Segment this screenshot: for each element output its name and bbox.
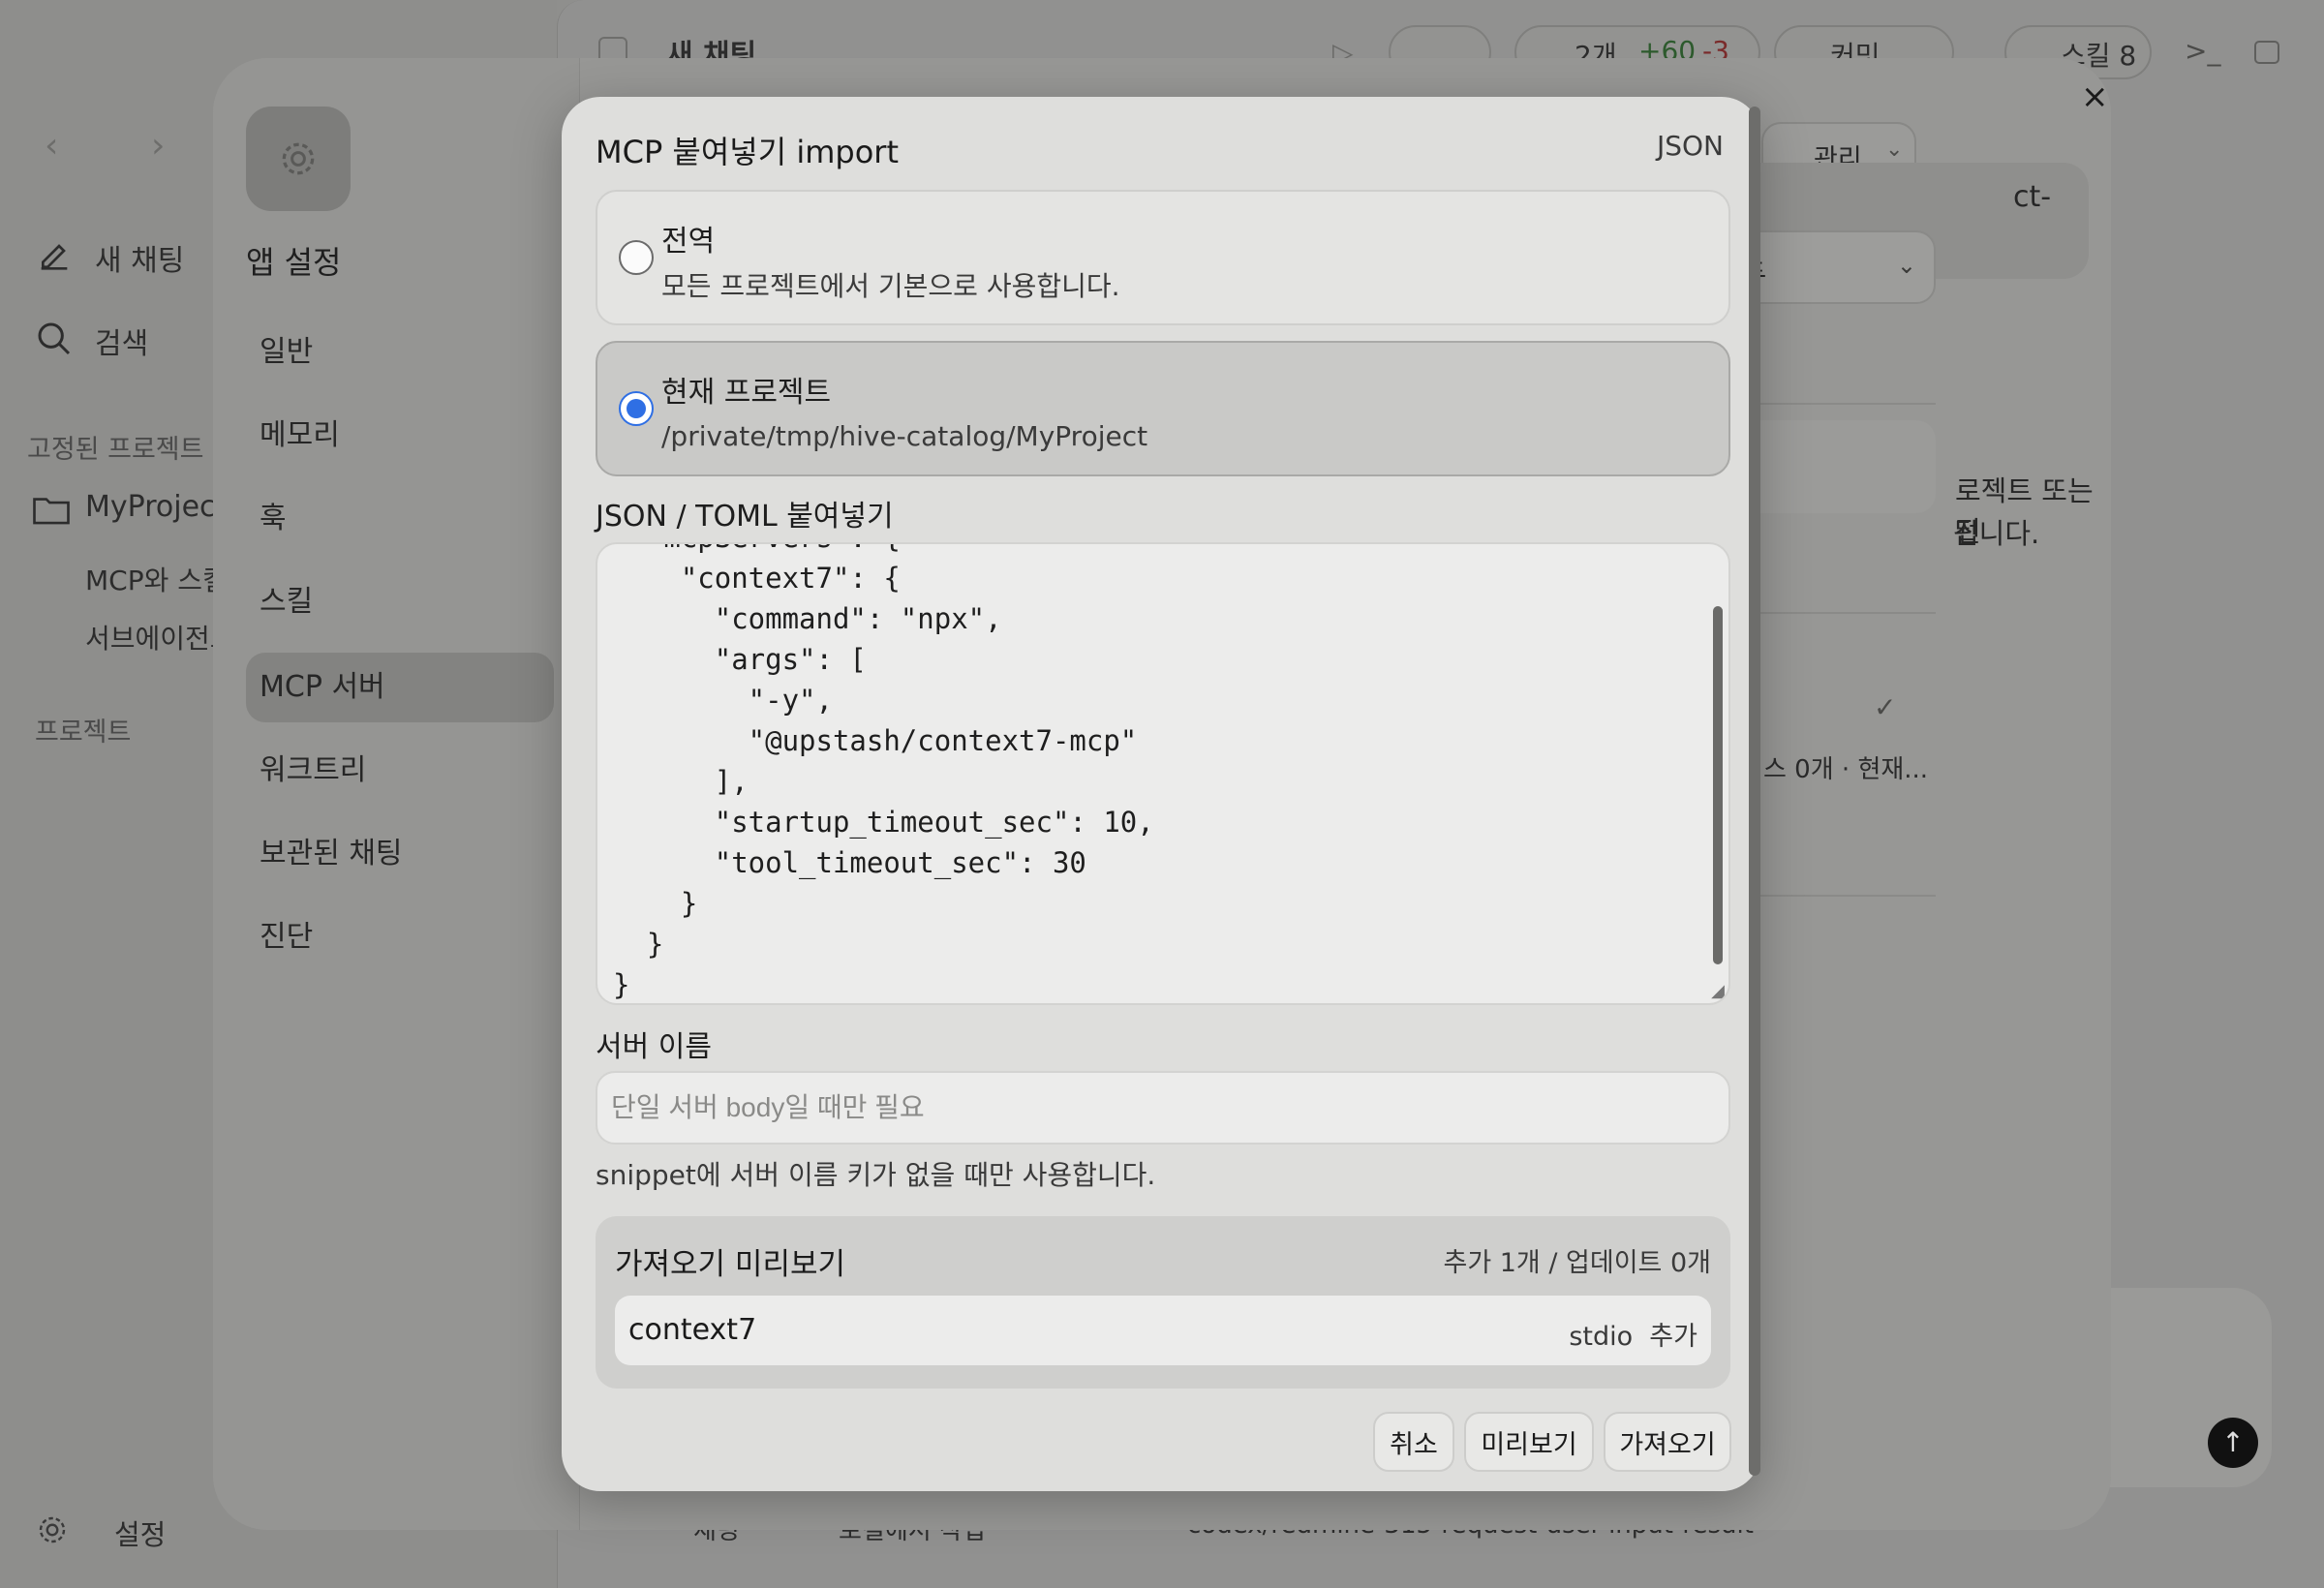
snippet-textarea[interactable]: "mcpServers": { "context7": { "command":… — [596, 542, 1730, 1005]
cancel-button[interactable]: 취소 — [1373, 1412, 1454, 1472]
modal-scrollbar[interactable] — [1749, 107, 1760, 1476]
scope-label: 현재 프로젝트 — [661, 376, 832, 410]
snippet-code: "mcpServers": { "context7": { "command":… — [613, 544, 1154, 1001]
settings-nav: 앱 설정 일반 메모리 훅 스킬 MCP 서버 워크트리 보관된 채팅 진단 — [213, 58, 579, 1530]
pinned-header: 고정된 프로젝트 — [27, 435, 204, 465]
import-preview-panel: 가져오기 미리보기 추가 1개 / 업데이트 0개 context7 stdio… — [596, 1216, 1730, 1389]
preview-counts: 추가 1개 / 업데이트 0개 — [1443, 1248, 1711, 1278]
paste-label: JSON / TOML 붙여넣기 — [596, 500, 894, 534]
projects-header: 프로젝트 — [35, 718, 132, 748]
chevron-down-icon: ⌄ — [1896, 252, 1916, 279]
server-name-input[interactable] — [596, 1071, 1730, 1145]
scope-option-project[interactable]: 현재 프로젝트 /private/tmp/hive-catalog/MyProj… — [596, 341, 1730, 476]
server-name-label: 서버 이름 — [596, 1030, 712, 1064]
new-chat-label: 새 채팅 — [95, 244, 185, 278]
project-radio[interactable] — [619, 391, 654, 426]
nav-item-diagnostics[interactable]: 진단 — [246, 902, 554, 972]
project-name: MyProject — [85, 490, 228, 524]
folder-icon — [33, 498, 70, 525]
preview-server-name: context7 — [628, 1313, 757, 1347]
nav-item-general[interactable]: 일반 — [246, 318, 554, 387]
format-badge: JSON — [1656, 130, 1724, 162]
scope-label: 전역 — [661, 225, 716, 259]
check-icon: ✓ — [1874, 691, 1897, 723]
server-name-hint: snippet에 서버 이름 키가 없을 때만 사용합니다. — [596, 1159, 1156, 1191]
scope-description: 모든 프로젝트에서 기본으로 사용합니다. — [661, 270, 1120, 302]
terminal-icon[interactable]: >_ — [2185, 35, 2220, 67]
nav-item-skills[interactable]: 스킬 — [246, 567, 554, 637]
close-icon[interactable]: × — [2081, 77, 2109, 116]
scope-option-global[interactable]: 전역 모든 프로젝트에서 기본으로 사용합니다. — [596, 190, 1730, 325]
server-meta: 스 0개 · 현재... — [1763, 755, 1929, 784]
nav-item-mcp-servers[interactable]: MCP 서버 — [246, 653, 554, 722]
back-arrow-icon[interactable]: ‹ — [45, 126, 58, 166]
thread-item[interactable]: MCP와 스킬 — [85, 560, 228, 598]
search-label: 검색 — [95, 327, 149, 361]
preview-row: context7 stdio 추가 — [615, 1296, 1711, 1365]
chevron-down-icon: ⌄ — [1885, 137, 1904, 162]
settings-label: 설정 — [114, 1518, 167, 1551]
description-text: 됩니다. — [1953, 517, 2040, 550]
gear-icon — [39, 1516, 66, 1543]
global-radio[interactable] — [619, 240, 654, 275]
send-button[interactable]: ↑ — [2208, 1418, 2258, 1468]
nav-item-memory[interactable]: 메모리 — [246, 401, 554, 471]
gear-icon — [282, 142, 315, 175]
settings-title: 앱 설정 — [246, 244, 342, 281]
forward-arrow-icon[interactable]: › — [151, 126, 165, 166]
scope-description: /private/tmp/hive-catalog/MyProject — [661, 420, 1148, 452]
mcp-import-modal: MCP 붙여넣기 import JSON 전역 모든 프로젝트에서 기본으로 사… — [562, 97, 1760, 1491]
send-arrow-icon: ↑ — [2221, 1426, 2245, 1458]
nav-item-worktrees[interactable]: 워크트리 — [246, 736, 554, 806]
textarea-scrollbar[interactable] — [1713, 606, 1723, 964]
modal-title: MCP 붙여넣기 import — [596, 134, 900, 170]
compose-icon — [41, 244, 68, 270]
nav-item-archived-chats[interactable]: 보관된 채팅 — [246, 819, 554, 889]
import-button[interactable]: 가져오기 — [1604, 1412, 1731, 1472]
settings-app-icon — [246, 107, 351, 211]
resize-grip-icon[interactable]: ◢ — [1711, 981, 1725, 1001]
info-text: ct- — [2013, 180, 2052, 214]
search-icon — [38, 322, 71, 355]
nav-item-hooks[interactable]: 훅 — [246, 484, 554, 554]
preview-button[interactable]: 미리보기 — [1464, 1412, 1594, 1472]
preview-server-meta: stdio 추가 — [1569, 1322, 1697, 1352]
panel-toggle-icon[interactable] — [2254, 41, 2279, 64]
preview-title: 가져오기 미리보기 — [615, 1247, 846, 1282]
